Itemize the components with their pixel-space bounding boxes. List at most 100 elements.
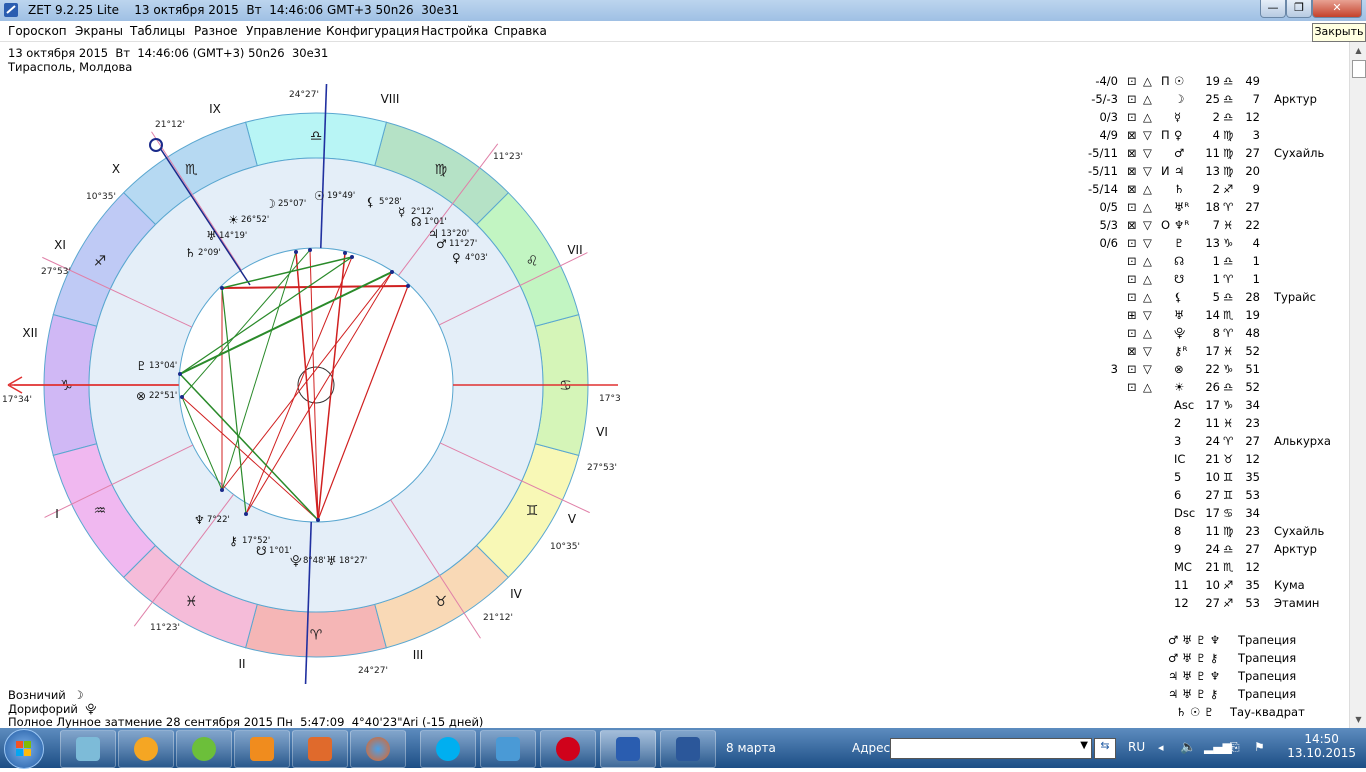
scroll-up-icon[interactable]: ▲ bbox=[1350, 42, 1366, 59]
table-minute: 52 bbox=[1245, 380, 1260, 394]
network-tray-icon[interactable]: ⎘ bbox=[1230, 740, 1240, 755]
aspect-point bbox=[308, 248, 312, 252]
table-minute: 28 bbox=[1245, 290, 1260, 304]
table-row: MC 21 ♏ 12 bbox=[1070, 559, 1350, 577]
taskbar-zet[interactable] bbox=[600, 730, 656, 768]
table-minute: 1 bbox=[1252, 254, 1260, 268]
table-score: 0/3 bbox=[1099, 110, 1118, 124]
volume-icon[interactable]: 🔈 bbox=[1180, 740, 1196, 755]
table-flag: О bbox=[1161, 218, 1171, 232]
table-degree: 7 bbox=[1212, 218, 1220, 232]
menu-settings[interactable]: Настройка bbox=[421, 24, 488, 38]
taskbar-eye-app[interactable] bbox=[292, 730, 348, 768]
taskbar-opera[interactable] bbox=[540, 730, 596, 768]
table-flag: И bbox=[1161, 164, 1170, 178]
sign-glyph: ♊ bbox=[1223, 488, 1234, 502]
taskbar-download[interactable] bbox=[176, 730, 232, 768]
planet-glyph: ♄ bbox=[1174, 182, 1185, 196]
table-degree: 19 bbox=[1205, 74, 1220, 88]
aspect-box-icon: ⊡ bbox=[1127, 110, 1137, 124]
house-numeral: X bbox=[112, 162, 120, 176]
dropdown-arrow-icon[interactable]: ▼ bbox=[1080, 740, 1088, 751]
table-minute: 27 bbox=[1245, 434, 1260, 448]
sign-glyph-icon: ♎ bbox=[310, 129, 323, 145]
menu-tables[interactable]: Таблицы bbox=[130, 24, 185, 38]
start-button[interactable] bbox=[4, 729, 44, 769]
menu-help[interactable]: Справка bbox=[494, 24, 547, 38]
table-row: IC 21 ♉ 12 bbox=[1070, 451, 1350, 469]
flag-icon[interactable]: ⚑ bbox=[1254, 740, 1265, 754]
house-numeral: I bbox=[55, 507, 59, 521]
sign-glyph-icon: ♓ bbox=[185, 594, 198, 610]
tray-expand-icon[interactable]: ◂ bbox=[1158, 741, 1164, 754]
menu-configuration[interactable]: Конфигурация bbox=[326, 24, 419, 38]
aspect-triangle-icon: ▽ bbox=[1143, 236, 1152, 250]
sign-glyph: ♎ bbox=[1223, 110, 1234, 124]
clock-time: 14:50 bbox=[1304, 732, 1339, 746]
planet-degree-label: 1°01' bbox=[424, 217, 447, 227]
sign-glyph: ♎ bbox=[1223, 290, 1234, 304]
toolbar-march[interactable]: 8 марта bbox=[726, 741, 776, 755]
taskbar-search[interactable] bbox=[234, 730, 290, 768]
table-degree: 2 bbox=[1212, 182, 1220, 196]
go-button[interactable]: ⇆ bbox=[1094, 738, 1116, 759]
sign-glyph: ♑ bbox=[1223, 398, 1234, 412]
table-minute: 12 bbox=[1245, 110, 1260, 124]
aspect-point bbox=[294, 250, 298, 254]
horoscope-wheel[interactable]: ♈♉♊♋♌♍♎♏♐♑♒♓IIIIIIIVVVIVIIVIIIIXXXIXII24… bbox=[0, 84, 620, 684]
aspect-box-icon: ⊠ bbox=[1127, 344, 1137, 358]
planet-glyph: ⊗ bbox=[1174, 362, 1184, 376]
planet-glyph-icon: ☀ bbox=[228, 213, 239, 227]
aspect-point bbox=[390, 270, 394, 274]
table-degree: 24 bbox=[1205, 434, 1220, 448]
planet-glyph: ⚷ᴿ bbox=[1174, 344, 1188, 358]
planet-glyph-icon: ♄ bbox=[185, 246, 196, 260]
table-minute: 52 bbox=[1245, 344, 1260, 358]
taskbar-firefox[interactable] bbox=[350, 730, 406, 768]
menu-screens[interactable]: Экраны bbox=[75, 24, 123, 38]
table-row: 0/6 ⊡ ▽ ♇ 13 ♑ 4 bbox=[1070, 235, 1350, 253]
table-flag: П bbox=[1161, 74, 1170, 88]
close-button[interactable]: ✕ bbox=[1312, 0, 1362, 18]
aspect-triangle-icon: △ bbox=[1143, 110, 1152, 124]
aspect-box-icon: ⊠ bbox=[1127, 182, 1137, 196]
menu-control[interactable]: Управление bbox=[246, 24, 321, 38]
cusp-degree-label: 10°35' bbox=[86, 192, 116, 202]
aspect-point bbox=[244, 512, 248, 516]
vertical-scrollbar[interactable]: ▲ ▼ bbox=[1349, 42, 1366, 728]
table-row: 3 ⊡ ▽ ⊗ 22 ♑ 51 bbox=[1070, 361, 1350, 379]
planet-glyph: ☀ bbox=[1174, 380, 1185, 394]
sign-glyph: ♋ bbox=[1223, 506, 1234, 520]
language-indicator[interactable]: RU bbox=[1128, 740, 1145, 754]
scroll-thumb[interactable] bbox=[1352, 60, 1366, 78]
menu-misc[interactable]: Разное bbox=[194, 24, 238, 38]
planet-glyph-icon: ♀ bbox=[452, 251, 461, 265]
scroll-down-icon[interactable]: ▼ bbox=[1350, 711, 1366, 728]
taskbar-word[interactable] bbox=[660, 730, 716, 768]
table-row: 0/3 ⊡ △ ☿ 2 ♎ 12 bbox=[1070, 109, 1350, 127]
configuration-glyphs: ♃ ♅ ♇ ⚷ bbox=[1168, 687, 1219, 701]
opera-icon bbox=[556, 737, 580, 761]
taskbar-network-app[interactable] bbox=[480, 730, 536, 768]
taskbar-files[interactable] bbox=[60, 730, 116, 768]
taskbar-mail[interactable] bbox=[118, 730, 174, 768]
table-row: ⊡ △ ☊ 1 ♎ 1 bbox=[1070, 253, 1350, 271]
sign-glyph: ♈ bbox=[1223, 326, 1234, 340]
planet-degree-label: 19°49' bbox=[327, 191, 355, 201]
planet-glyph: MC bbox=[1174, 560, 1192, 574]
aspect-triangle-icon: △ bbox=[1143, 182, 1152, 196]
menu-horoscope[interactable]: Гороскоп bbox=[8, 24, 67, 38]
sign-glyph: ♍ bbox=[1223, 146, 1234, 160]
signal-icon[interactable]: ▂▄▆ bbox=[1204, 740, 1232, 754]
search-icon bbox=[250, 737, 274, 761]
table-score: -5/-3 bbox=[1091, 92, 1118, 106]
taskbar-skype[interactable] bbox=[420, 730, 476, 768]
clock[interactable]: 14:50 13.10.2015 bbox=[1287, 732, 1356, 760]
minimize-button[interactable]: — bbox=[1260, 0, 1286, 18]
planet-glyph-icon: ⊗ bbox=[136, 389, 146, 403]
table-row: 5 10 ♊ 35 bbox=[1070, 469, 1350, 487]
maximize-button[interactable]: ❐ bbox=[1286, 0, 1312, 18]
table-degree: 17 bbox=[1205, 344, 1220, 358]
address-input[interactable]: ▼ bbox=[890, 738, 1092, 759]
planet-glyph: ♀ bbox=[1174, 128, 1183, 142]
